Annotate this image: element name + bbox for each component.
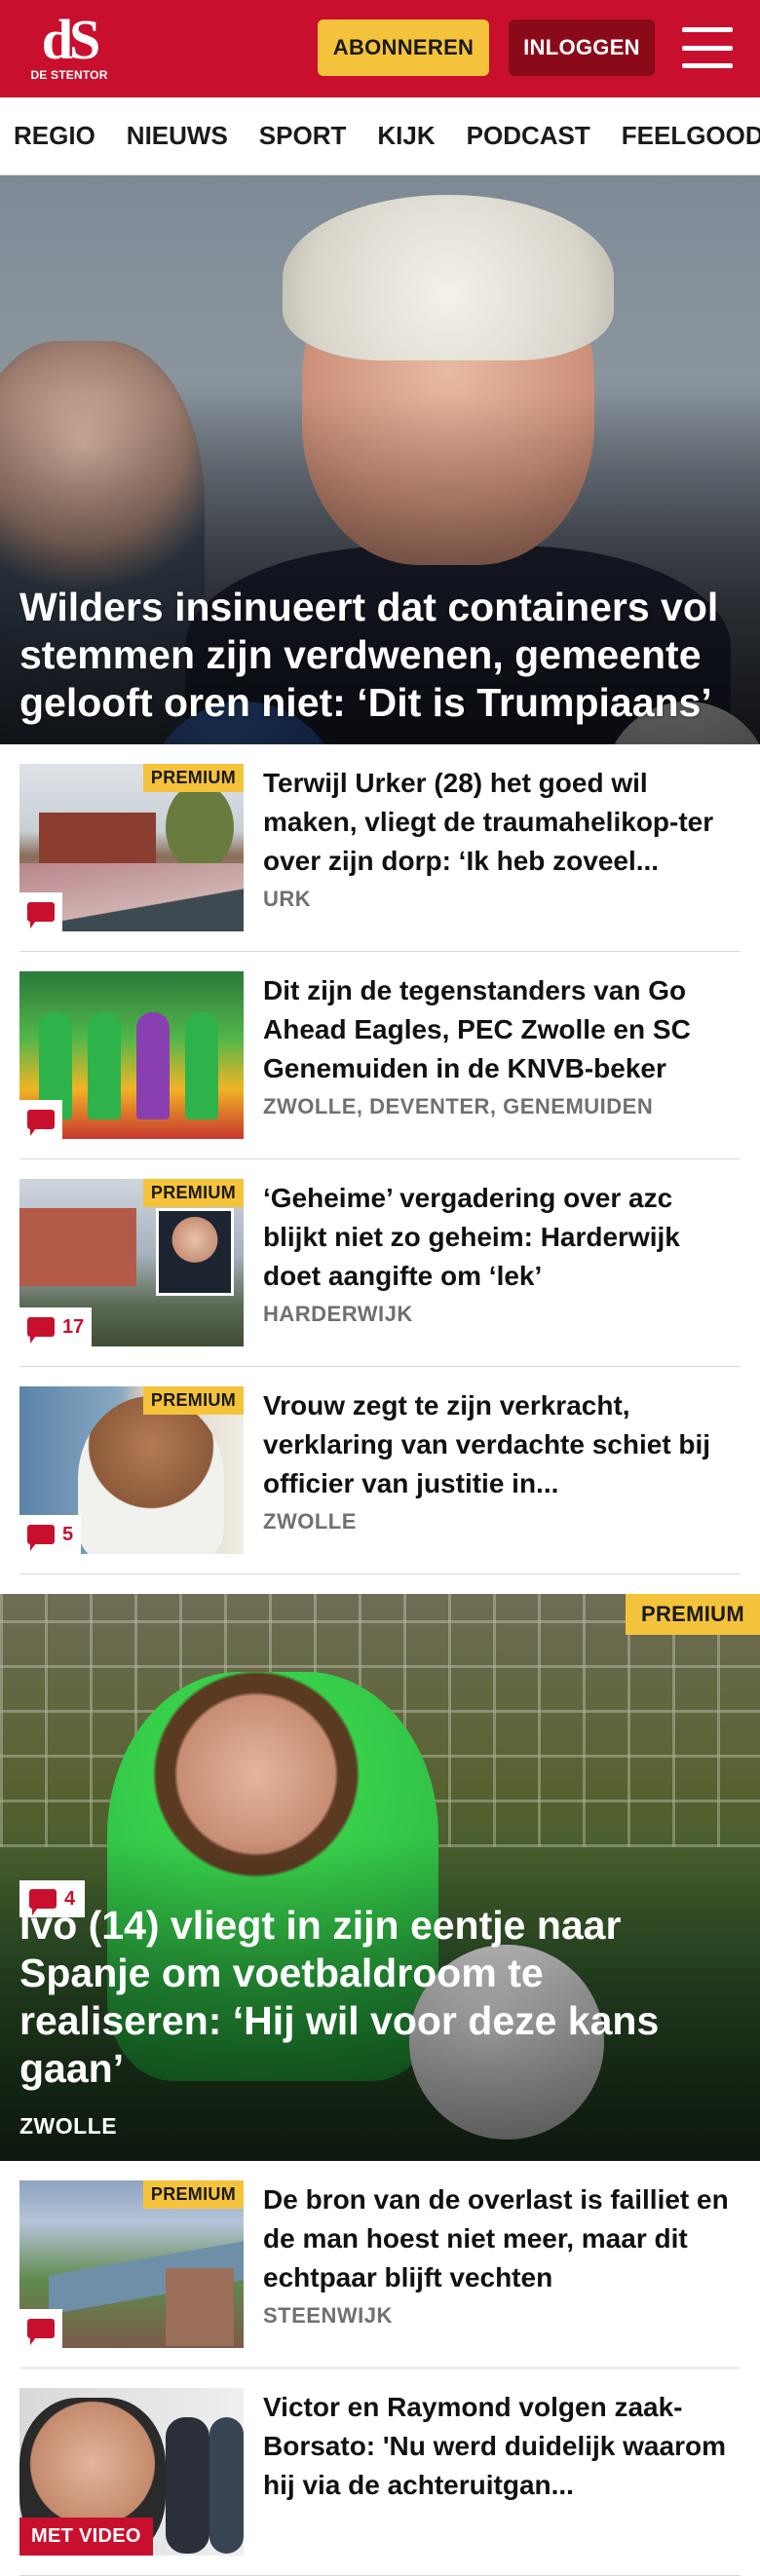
article-text: Victor en Raymond volgen zaak-Borsato: '… [263,2388,741,2556]
article-location: URK [263,887,312,911]
article-row[interactable]: PREMIUM Terwijl Urker (28) het goed wil … [19,744,741,952]
premium-badge: PREMIUM [142,1386,244,1415]
article-location: HARDERWIJK [263,1302,413,1326]
nav-item-podcast[interactable]: PODCAST [467,121,590,151]
thumbnail-shape [39,813,156,871]
feature-location: ZWOLLE [19,2113,118,2139]
thumbnail-shape [166,2417,209,2554]
article-title[interactable]: Victor en Raymond volgen zaak-Borsato: '… [263,2388,741,2505]
nav-item-kijk[interactable]: KIJK [377,121,435,151]
menu-bar [682,27,733,32]
nav-item-sport[interactable]: SPORT [259,121,347,151]
section-nav: REGIO NIEUWS SPORT KIJK PODCAST FEELGOOD [0,97,760,175]
article-row[interactable]: MET VIDEO Victor en Raymond volgen zaak-… [19,2368,741,2576]
thumbnail-shape [166,2268,234,2346]
hero-photo-hair [283,195,614,360]
article-title[interactable]: De bron van de overlast is failliet en d… [263,2180,741,2297]
article-list: PREMIUM De bron van de overlast is faill… [0,2161,760,2576]
nav-item-nieuws[interactable]: NIEUWS [127,121,228,151]
article-thumbnail[interactable]: MET VIDEO [19,2388,244,2556]
article-title[interactable]: Dit zijn de tegenstanders van Go Ahead E… [263,971,741,1088]
thumbnail-shape [78,1396,224,1554]
video-badge: MET VIDEO [19,2518,153,2556]
article-row[interactable]: PREMIUM De bron van de overlast is faill… [19,2161,741,2368]
article-text: De bron van de overlast is failliet en d… [263,2180,741,2348]
site-logo[interactable]: dS DE STENTOR [27,12,111,88]
article-row[interactable]: PREMIUM 17 ‘Geheime’ vergadering over az… [19,1159,741,1367]
premium-badge: PREMIUM [142,2180,244,2209]
thumbnail-shape [136,1012,170,1119]
thumbnail-shape [156,1208,234,1296]
article-thumbnail[interactable]: PREMIUM 17 [19,1179,244,1346]
comment-icon [27,1525,55,1551]
thumbnail-shape [209,2417,244,2554]
comment-count: 17 [62,1315,85,1338]
premium-badge: PREMIUM [626,1594,760,1635]
article-thumbnail[interactable]: PREMIUM [19,764,244,931]
login-button[interactable]: INLOGGEN [509,19,655,76]
article-text: ‘Geheime’ vergadering over azc blijkt ni… [263,1179,741,1346]
feature-headline[interactable]: Ivo (14) vliegt in zijn eentje naar Span… [19,1902,721,2093]
article-text: Vrouw zegt te zijn verkracht, verklaring… [263,1386,741,1554]
article-list: PREMIUM Terwijl Urker (28) het goed wil … [0,744,760,1574]
premium-badge: PREMIUM [142,764,244,792]
comment-icon [27,2319,55,2345]
feature-article[interactable]: PREMIUM 4 Ivo (14) vliegt in zijn eentje… [0,1594,760,2161]
article-location: ZWOLLE, DEVENTER, GENEMUIDEN [263,1094,654,1118]
article-text: Dit zijn de tegenstanders van Go Ahead E… [263,971,741,1139]
menu-bar [682,45,733,51]
comment-count: 5 [62,1523,74,1545]
comment-icon [27,902,55,928]
hero-article[interactable]: Wilders insinueert dat containers vol st… [0,175,760,744]
thumbnail-shape [166,783,234,871]
thumbnail-shape [185,1012,218,1119]
article-title[interactable]: Vrouw zegt te zijn verkracht, verklaring… [263,1386,741,1503]
thumbnail-shape [88,1012,121,1119]
article-title[interactable]: Terwijl Urker (28) het goed wil maken, v… [263,764,741,881]
comment-icon [27,1317,55,1344]
article-row[interactable]: PREMIUM 5 Vrouw zegt te zijn verkracht, … [19,1367,741,1574]
subscribe-button[interactable]: ABONNEREN [318,19,489,76]
article-row[interactable]: Dit zijn de tegenstanders van Go Ahead E… [19,952,741,1159]
logo-mark: dS [41,8,101,71]
article-title[interactable]: ‘Geheime’ vergadering over azc blijkt ni… [263,1179,741,1296]
article-thumbnail[interactable]: PREMIUM 5 [19,1386,244,1554]
comment-badge[interactable] [19,1100,62,1139]
logo-subtext: DE STENTOR [30,68,108,82]
comment-badge[interactable]: 5 [19,1515,82,1554]
nav-item-feelgood[interactable]: FEELGOOD [622,121,760,151]
comment-icon [27,1110,55,1136]
hero-headline[interactable]: Wilders insinueert dat containers vol st… [19,584,741,727]
article-text: Terwijl Urker (28) het goed wil maken, v… [263,764,741,931]
comment-badge[interactable] [19,2309,62,2348]
article-thumbnail[interactable]: PREMIUM [19,2180,244,2348]
thumbnail-shape [19,1208,136,1286]
article-location: STEENWIJK [263,2303,393,2328]
article-location: ZWOLLE [263,1509,357,1534]
hamburger-menu-icon[interactable] [682,27,733,68]
premium-badge: PREMIUM [142,1179,244,1207]
comment-badge[interactable] [19,892,62,931]
nav-item-regio[interactable]: REGIO [14,121,95,151]
menu-bar [682,63,733,68]
article-thumbnail[interactable] [19,971,244,1139]
comment-badge[interactable]: 17 [19,1307,93,1346]
site-header: dS DE STENTOR ABONNEREN INLOGGEN [0,0,760,97]
